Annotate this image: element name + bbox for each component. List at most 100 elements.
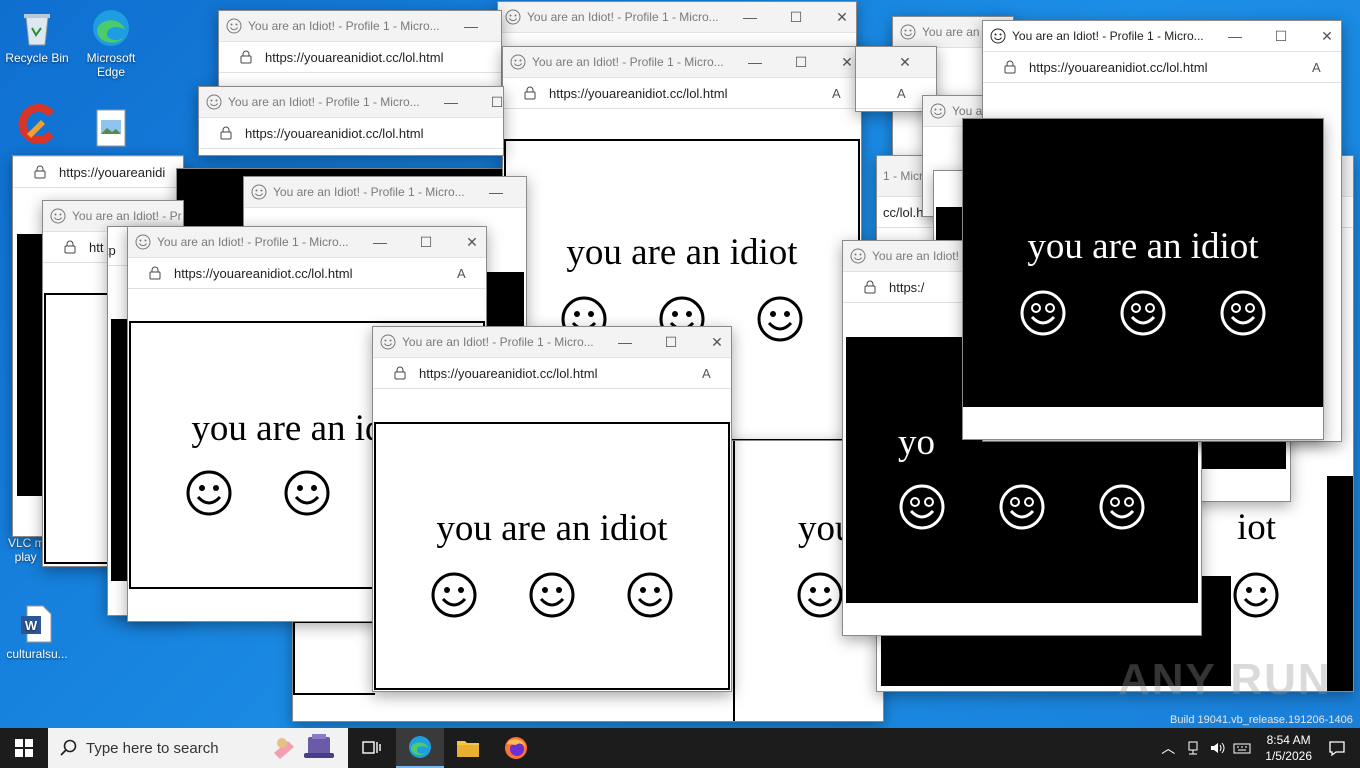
- minimize-button[interactable]: —: [732, 47, 778, 77]
- smiley-favicon-icon: [251, 184, 267, 200]
- desktop-icon-word-doc[interactable]: W culturalsu...: [0, 604, 74, 661]
- volume-icon[interactable]: [1209, 740, 1225, 756]
- svg-text:A: A: [457, 266, 466, 281]
- idiot-message: you are an idiot: [566, 232, 798, 273]
- lock-icon: [524, 86, 536, 100]
- window-title: You are an Idiot! - Profile 1 - Micro...: [527, 10, 719, 24]
- title-bar[interactable]: You are an Idiot! - Profile 1 - Micro...…: [373, 327, 731, 358]
- windows-logo-icon: [15, 739, 33, 757]
- address-bar[interactable]: https://youareanidiot.cc/lol.html A: [503, 78, 861, 109]
- window-title: You are an Idiot! - Profile 1 - Micro...: [532, 55, 724, 69]
- maximize-button[interactable]: ☐: [403, 227, 449, 257]
- read-aloud-icon[interactable]: A: [896, 85, 912, 101]
- minimize-button[interactable]: —: [448, 11, 494, 41]
- address-bar[interactable]: https://youareanidiot.cc/lol.html A: [128, 258, 486, 289]
- close-button[interactable]: ✕: [449, 227, 486, 257]
- address-bar[interactable]: https://youareanidiot.cc/lol.html A: [983, 52, 1341, 83]
- maximize-button[interactable]: ☐: [778, 47, 824, 77]
- desktop-icon-edge[interactable]: Microsoft Edge: [74, 8, 148, 79]
- address-bar[interactable]: https://youareanidiot.cc/lol.html A: [373, 358, 731, 389]
- desktop-icon-image[interactable]: [74, 108, 148, 151]
- minimize-button[interactable]: —: [428, 87, 474, 117]
- folder-icon: [457, 741, 479, 757]
- network-icon[interactable]: [1185, 740, 1201, 756]
- read-aloud-icon[interactable]: A: [1311, 59, 1327, 75]
- smiley-icon: [1220, 290, 1266, 336]
- smiley-row: [963, 289, 1323, 337]
- search-icon: [60, 739, 77, 756]
- smiley-icon: [284, 470, 330, 516]
- task-view-button[interactable]: [348, 728, 396, 768]
- maximize-button[interactable]: ☐: [474, 87, 503, 117]
- maximize-button[interactable]: ☐: [773, 2, 819, 32]
- taskbar-search-box[interactable]: Type here to search: [48, 728, 348, 768]
- close-button[interactable]: ✕: [694, 327, 731, 357]
- search-placeholder: Type here to search: [86, 739, 219, 757]
- taskbar-firefox-button[interactable]: [492, 728, 540, 768]
- svg-text:A: A: [897, 86, 906, 101]
- popup-window-active[interactable]: You are an Idiot! - Profile 1 - Micro...…: [372, 326, 732, 692]
- title-bar[interactable]: You are an Idiot! - Profile 1 - Micro...…: [219, 11, 501, 42]
- page-content: you are an idiot: [373, 389, 731, 691]
- read-aloud-icon[interactable]: A: [701, 365, 717, 381]
- page-content: you are an idiot: [963, 119, 1323, 407]
- minimize-button[interactable]: —: [602, 327, 648, 357]
- keyboard-icon[interactable]: [1233, 740, 1251, 756]
- title-bar[interactable]: You are an Idiot! - Profile 1 - Micro...…: [128, 227, 486, 258]
- taskbar-clock[interactable]: 8:54 AM 1/5/2026: [1265, 732, 1312, 764]
- recycle-bin-icon: [17, 8, 57, 48]
- smiley-icon: [899, 484, 945, 530]
- title-bar[interactable]: You are an Idiot! - Profile 1 - Micro...…: [983, 21, 1341, 52]
- title-bar[interactable]: You are an Idiot! - Profile 1 - Micro...…: [199, 87, 503, 118]
- read-aloud-icon[interactable]: A: [456, 265, 472, 281]
- minimize-button[interactable]: —: [473, 177, 519, 207]
- address-bar[interactable]: https://youareanidiot.cc/lol.html: [219, 42, 501, 73]
- taskbar-edge-button[interactable]: [396, 728, 444, 768]
- notification-icon[interactable]: [1328, 739, 1346, 757]
- maximize-button[interactable]: ☐: [1258, 21, 1304, 51]
- title-bar[interactable]: ✕: [856, 47, 936, 78]
- close-button[interactable]: ✕: [819, 2, 856, 32]
- address-bar[interactable]: https://youareanidiot.cc/lol.html: [199, 118, 503, 149]
- start-button[interactable]: [0, 728, 48, 768]
- minimize-button[interactable]: —: [727, 2, 773, 32]
- edge-icon: [409, 736, 431, 758]
- clock-time: 8:54 AM: [1266, 733, 1311, 747]
- desktop: Recycle Bin Microsoft Edge VLC m play W c…: [0, 0, 1360, 728]
- close-button[interactable]: ✕: [1304, 21, 1341, 51]
- popup-window[interactable]: You are an Idiot! - Profile 1 - Micro...…: [198, 86, 504, 156]
- read-aloud-icon[interactable]: A: [831, 85, 847, 101]
- address-bar[interactable]: https://youareanidi: [13, 156, 183, 188]
- minimize-button[interactable]: —: [1212, 21, 1258, 51]
- maximize-button[interactable]: ☐: [648, 327, 694, 357]
- clock-date: 1/5/2026: [1265, 749, 1312, 763]
- minimize-button[interactable]: —: [357, 227, 403, 257]
- firefox-icon: [505, 737, 527, 759]
- desktop-icon-ccleaner[interactable]: [0, 104, 74, 147]
- build-text: Build 19041.vb_release.191206-1406: [1170, 714, 1353, 726]
- smiley-favicon-icon: [850, 248, 866, 264]
- lock-icon: [864, 280, 876, 294]
- title-bar[interactable]: You are an Idiot! - Profile 1 - Micro...…: [244, 177, 526, 208]
- task-view-icon: [362, 741, 381, 754]
- idiot-message: you are an idiot: [436, 508, 668, 549]
- title-bar[interactable]: You are an Idiot! - Profile 1 - Micro...…: [498, 2, 856, 33]
- idiot-message: iot: [1237, 507, 1277, 548]
- popup-window[interactable]: You are an Idiot! - Profile 1 - Micro...…: [218, 10, 502, 92]
- desktop-icon-recycle-bin[interactable]: Recycle Bin: [0, 8, 74, 65]
- popup-window[interactable]: you are an idiot: [962, 118, 1324, 440]
- anyrun-watermark: ANY RUN: [1118, 655, 1332, 704]
- svg-text:A: A: [1312, 60, 1321, 75]
- smiley-icon: [1233, 572, 1279, 618]
- chevron-up-icon[interactable]: ︿: [1161, 738, 1175, 758]
- image-file-icon: [91, 108, 131, 148]
- lock-icon: [34, 165, 46, 179]
- smiley-row: [898, 483, 1146, 531]
- lock-icon: [394, 366, 406, 380]
- close-button[interactable]: ✕: [882, 47, 928, 77]
- smiley-favicon-icon: [505, 9, 521, 25]
- url-text: https://youareanidiot.cc/lol.html: [265, 49, 444, 65]
- taskbar-file-explorer-button[interactable]: [444, 728, 492, 768]
- title-bar[interactable]: You are an Idiot! - Profile 1 - Micro...…: [503, 47, 861, 78]
- lock-icon: [240, 50, 252, 64]
